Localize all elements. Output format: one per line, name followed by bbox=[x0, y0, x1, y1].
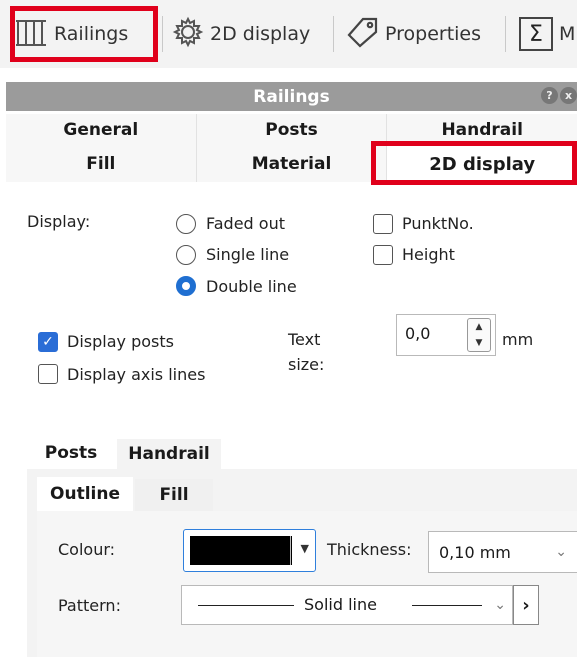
tab-inner-fill[interactable]: Fill bbox=[135, 479, 213, 511]
chevron-down-icon: ▼ bbox=[300, 542, 309, 555]
tab-fill[interactable]: Fill bbox=[6, 146, 197, 182]
toolbar-divider bbox=[162, 16, 163, 52]
colour-picker[interactable]: ▼ bbox=[183, 529, 316, 572]
radio-double-line[interactable] bbox=[176, 276, 196, 296]
checkbox-height-label: Height bbox=[402, 245, 455, 264]
palette-title-bar: Railings ? x bbox=[6, 82, 577, 111]
radio-faded-out-label: Faded out bbox=[206, 214, 285, 233]
pattern-line-left bbox=[198, 605, 294, 606]
spin-up-icon[interactable]: ▲ bbox=[476, 322, 483, 332]
text-size-value: 0,0 bbox=[405, 324, 431, 343]
radio-single-line[interactable] bbox=[176, 245, 196, 265]
text-size-unit: mm bbox=[502, 330, 534, 349]
chevron-down-icon: ⌄ bbox=[494, 597, 506, 613]
pattern-line-right bbox=[412, 605, 482, 606]
pattern-more-button[interactable]: › bbox=[513, 585, 539, 625]
toolbar-divider bbox=[333, 16, 334, 52]
thickness-label: Thickness: bbox=[327, 540, 412, 559]
display-label: Display: bbox=[27, 212, 91, 231]
2d-display-toolbar-label: 2D display bbox=[210, 23, 311, 45]
radio-double-line-label: Double line bbox=[206, 277, 297, 296]
thickness-value: 0,10 mm bbox=[439, 542, 511, 562]
tab-outline[interactable]: Outline bbox=[37, 477, 133, 511]
tab-lower-handrail[interactable]: Handrail bbox=[117, 439, 221, 469]
tag-icon bbox=[345, 16, 379, 53]
radio-faded-out[interactable] bbox=[176, 214, 196, 234]
sum-toolbar-button[interactable]: Σ M bbox=[519, 10, 575, 58]
properties-toolbar-label: Properties bbox=[385, 23, 482, 45]
colour-label: Colour: bbox=[58, 540, 116, 559]
text-size-label-line1: Text bbox=[288, 330, 321, 349]
tab-lower-posts[interactable]: Posts bbox=[27, 437, 115, 469]
sum-icon: Σ bbox=[519, 17, 553, 51]
spin-down-icon[interactable]: ▼ bbox=[476, 338, 483, 348]
help-icon[interactable]: ? bbox=[541, 87, 558, 104]
checkbox-height[interactable] bbox=[373, 245, 393, 265]
checkbox-display-axis-lines-label: Display axis lines bbox=[67, 365, 206, 384]
properties-toolbar-button[interactable]: Properties bbox=[345, 10, 481, 58]
text-size-label-line2: size: bbox=[288, 355, 325, 374]
sum-toolbar-label: M bbox=[559, 23, 576, 45]
checkbox-display-axis-lines[interactable] bbox=[38, 364, 58, 384]
colour-swatch bbox=[190, 536, 292, 565]
tab-posts[interactable]: Posts bbox=[196, 114, 388, 146]
tab-material[interactable]: Material bbox=[196, 146, 388, 182]
railings-highlight-box bbox=[10, 6, 158, 62]
tab-general[interactable]: General bbox=[6, 114, 197, 146]
checkbox-display-posts[interactable]: ✓ bbox=[38, 332, 58, 352]
toolbar-divider bbox=[505, 16, 506, 52]
palette-title: Railings bbox=[253, 86, 330, 107]
spinner-buttons[interactable]: ▲ ▼ bbox=[467, 318, 491, 352]
top-toolbar: Railings 2D display Properties Σ M bbox=[0, 0, 577, 68]
checkbox-punktno[interactable] bbox=[373, 214, 393, 234]
pattern-value: Solid line bbox=[304, 595, 377, 614]
radio-single-line-label: Single line bbox=[206, 245, 290, 264]
chevron-right-icon: › bbox=[522, 594, 530, 616]
chevron-down-icon: ⌄ bbox=[555, 544, 567, 560]
colour-picker-divider bbox=[290, 536, 291, 565]
2d-display-toolbar-button[interactable]: 2D display bbox=[172, 10, 310, 58]
pattern-select[interactable]: Solid line ⌄ bbox=[181, 585, 513, 625]
checkbox-display-posts-label: Display posts bbox=[67, 332, 174, 351]
2d-display-tab-highlight-box bbox=[371, 141, 577, 185]
pattern-label: Pattern: bbox=[58, 596, 121, 615]
checkbox-punktno-label: PunktNo. bbox=[402, 214, 474, 233]
text-size-spinner[interactable]: 0,0 ▲ ▼ bbox=[396, 314, 496, 356]
thickness-select[interactable]: 0,10 mm ⌄ bbox=[428, 531, 577, 573]
close-icon[interactable]: x bbox=[560, 87, 577, 104]
gear-icon bbox=[172, 16, 204, 53]
